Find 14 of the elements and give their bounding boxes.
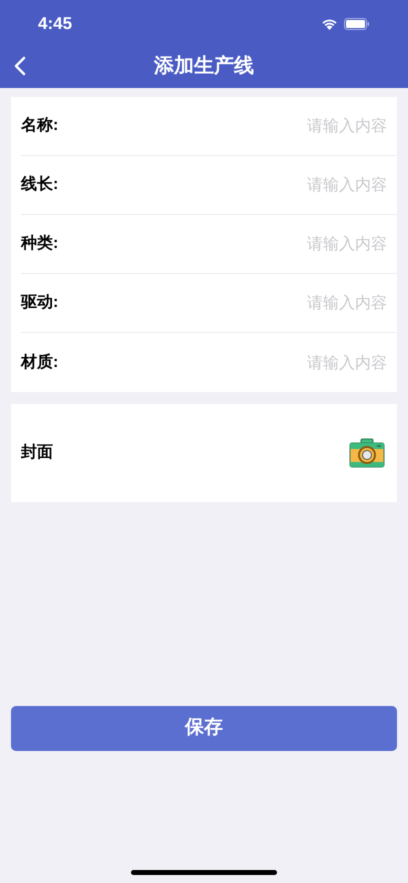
field-label: 驱动: [21,293,58,313]
wifi-icon [321,18,338,30]
cover-label: 封面 [21,442,53,463]
back-icon [14,56,26,76]
save-button[interactable]: 保存 [11,706,397,751]
field-label: 名称: [21,116,58,136]
camera-button[interactable] [349,438,385,468]
page-title: 添加生产线 [154,54,254,79]
status-time: 4:45 [38,13,72,36]
field-label: 线长: [21,174,58,195]
field-label: 材质: [21,352,58,372]
battery-icon [344,18,370,30]
field-label: 种类: [21,234,58,254]
camera-icon [349,438,385,468]
